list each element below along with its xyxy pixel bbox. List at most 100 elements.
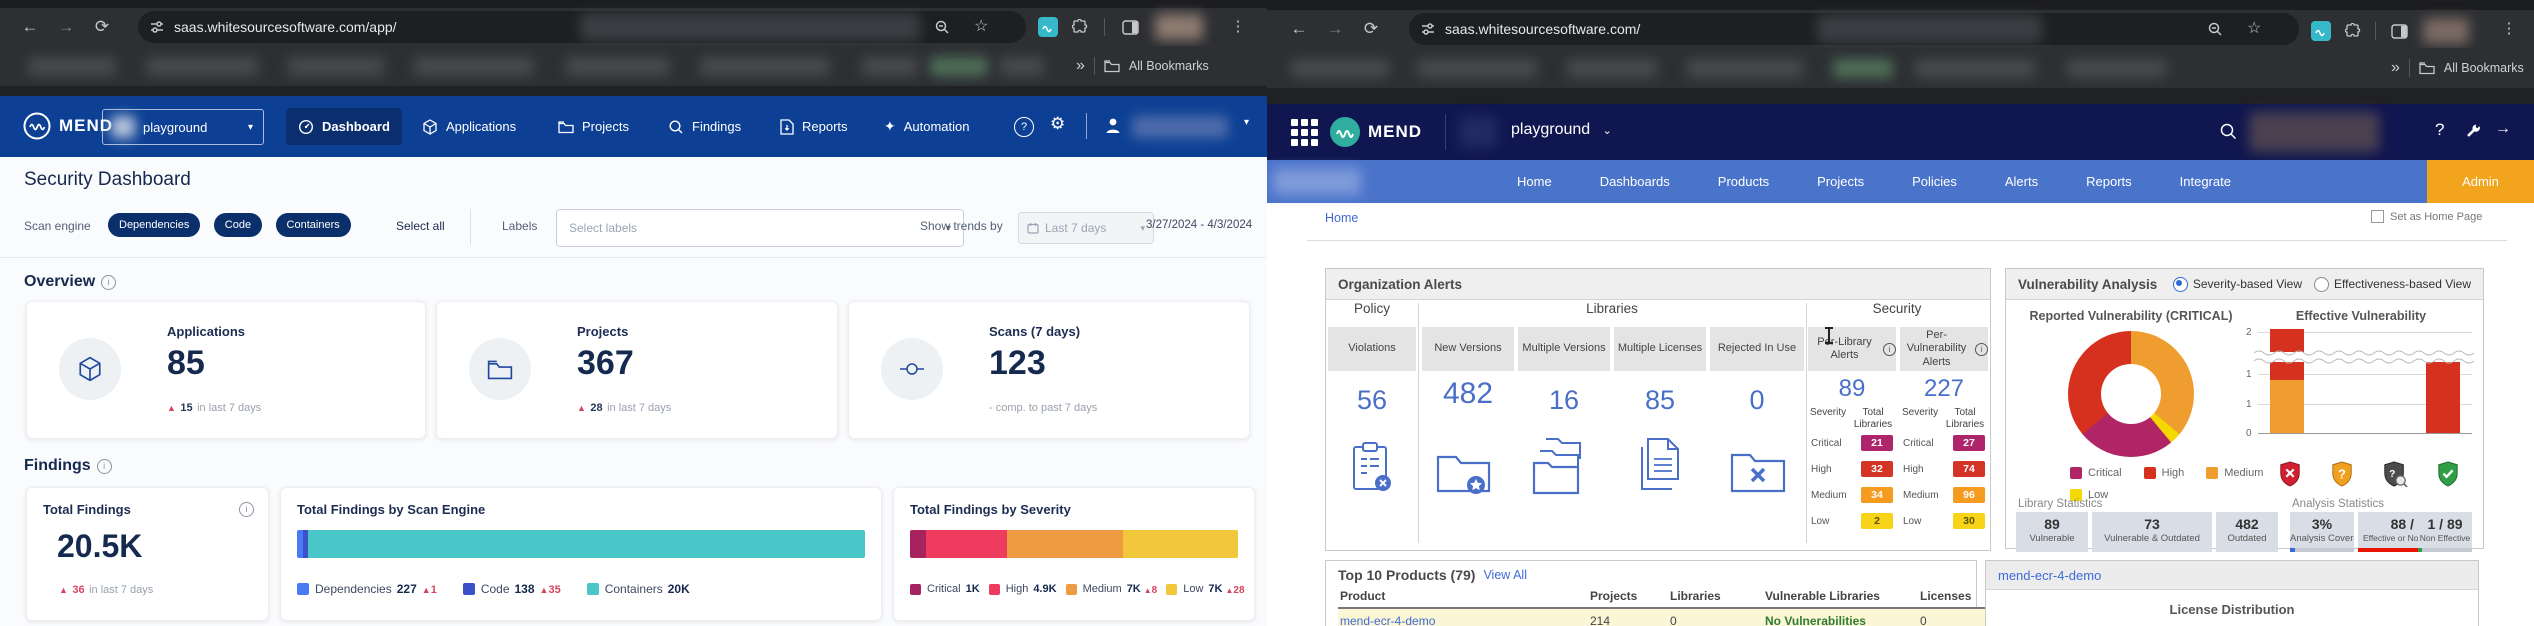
kebab-menu-icon[interactable]: ⋮ [1226, 8, 1250, 46]
mend-logo[interactable]: MEND [1329, 116, 1422, 148]
chevron-down-icon[interactable]: ▾ [1244, 117, 1249, 128]
findings-by-engine-card[interactable]: Total Findings by Scan Engine Dependenci… [280, 487, 882, 621]
back-icon[interactable]: ← [1287, 10, 1311, 48]
info-icon[interactable]: i [97, 459, 112, 474]
trends-select[interactable]: Last 7 days ▾ [1018, 212, 1154, 244]
rejected-in-use-value[interactable]: 0 [1710, 385, 1804, 416]
info-icon[interactable]: i [101, 275, 116, 290]
app-grid-icon[interactable] [1291, 119, 1318, 146]
nav-item-findings[interactable]: Findings [656, 108, 753, 145]
nav-item-admin[interactable]: Admin [2427, 160, 2534, 203]
nav-item-projects[interactable]: Projects [1817, 174, 1864, 189]
multiple-versions-value[interactable]: 16 [1518, 385, 1610, 416]
user-icon[interactable] [1104, 116, 1122, 140]
set-home-checkbox[interactable] [2371, 210, 2384, 223]
info-icon[interactable]: i [239, 502, 254, 517]
col-projects[interactable]: Projects [1588, 585, 1668, 609]
bookmark-star-icon[interactable]: ☆ [974, 11, 988, 43]
violations-value[interactable]: 56 [1328, 385, 1416, 416]
per-library-value[interactable]: 89 [1808, 375, 1896, 403]
org-selector[interactable]: playground ▾ [102, 109, 264, 145]
radio-effectiveness-view[interactable] [2314, 277, 2329, 292]
redacted-bookmark [288, 57, 384, 76]
reload-icon[interactable]: ⟳ [1359, 10, 1383, 48]
nav-item-integrate[interactable]: Integrate [2180, 174, 2231, 189]
bookmarks-overflow-icon[interactable]: » [2391, 59, 2400, 77]
chip-containers[interactable]: Containers [276, 213, 351, 237]
findings-by-severity-card[interactable]: Total Findings by Severity Critical 1K [893, 487, 1255, 621]
multiple-licenses-value[interactable]: 85 [1614, 385, 1706, 416]
per-vulnerability-value[interactable]: 227 [1900, 375, 1988, 403]
help-icon[interactable]: ? [2435, 120, 2444, 140]
side-panel-icon[interactable] [1122, 20, 1139, 40]
nav-item-reports[interactable]: Reports [2086, 174, 2132, 189]
product-link[interactable]: mend-ecr-4-demo [1998, 568, 2101, 583]
nav-item-reports[interactable]: Reports [768, 108, 860, 145]
address-bar[interactable]: saas.whitesourcesoftware.com/ ☆ [1409, 13, 2299, 45]
org-selector[interactable]: playground ⌄ [1511, 121, 1612, 139]
kebab-menu-icon[interactable]: ⋮ [2497, 10, 2521, 48]
labels-label: Labels [502, 219, 537, 233]
nav-item-applications[interactable]: Applications [410, 108, 528, 145]
info-icon[interactable]: i [1883, 343, 1896, 356]
view-all-link[interactable]: View All [1483, 568, 1527, 582]
new-versions-value[interactable]: 482 [1422, 377, 1514, 411]
logout-arrow-icon[interactable]: → [2495, 120, 2511, 138]
col-product[interactable]: Product [1338, 585, 1588, 609]
address-bar[interactable]: saas.whitesourcesoftware.com/app/ ☆ [138, 11, 1026, 43]
nav-item-products[interactable]: Products [1718, 174, 1769, 189]
breadcrumb[interactable]: Home [1325, 211, 1358, 225]
labels-select[interactable]: Select labels ▾ [556, 209, 964, 247]
nav-item-projects[interactable]: Projects [546, 108, 641, 145]
nav-item-dashboards[interactable]: Dashboards [1600, 174, 1670, 189]
side-panel-icon[interactable] [2391, 24, 2408, 44]
org-name: playground [143, 120, 207, 135]
site-info-icon[interactable] [1421, 22, 1435, 36]
chip-dependencies[interactable]: Dependencies [108, 213, 200, 237]
all-bookmarks-label[interactable]: All Bookmarks [2444, 61, 2524, 75]
back-icon[interactable]: ← [18, 8, 42, 46]
projects-card[interactable]: Projects 367 ▲ 28 in last 7 days [436, 301, 838, 439]
search-icon[interactable] [2219, 122, 2237, 145]
engine-stacked-bar [297, 530, 865, 558]
nav-item-home[interactable]: Home [1517, 174, 1552, 189]
zoom-icon[interactable] [934, 19, 950, 40]
card-label: Applications [167, 324, 245, 339]
extensions-puzzle-icon[interactable] [1072, 19, 1088, 40]
col-libraries[interactable]: Libraries [1668, 585, 1763, 609]
nav-item-policies[interactable]: Policies [1912, 174, 1957, 189]
site-info-icon[interactable] [150, 20, 164, 34]
mend-extension-icon[interactable] [2311, 21, 2331, 41]
scans-card[interactable]: Scans (7 days) 123 - comp. to past 7 day… [848, 301, 1250, 439]
total-findings-card[interactable]: Total Findings i 20.5K ▲ 36 in last 7 da… [26, 487, 269, 621]
nav-item-aler ts[interactable]: Alerts [2005, 174, 2038, 189]
nav-item-dashboard[interactable]: Dashboard [286, 108, 402, 145]
gear-icon[interactable]: ⚙ [1050, 114, 1065, 134]
forward-icon[interactable]: → [54, 8, 78, 46]
col-licenses[interactable]: Licenses [1918, 585, 1988, 609]
url-text[interactable]: saas.whitesourcesoftware.com/app/ [174, 19, 397, 35]
bookmarks-overflow-icon[interactable]: » [1076, 57, 1085, 75]
info-icon[interactable]: i [1975, 343, 1988, 356]
reload-icon[interactable]: ⟳ [90, 8, 114, 46]
radio-severity-view[interactable] [2173, 277, 2188, 292]
forward-icon[interactable]: → [1323, 10, 1347, 48]
help-icon[interactable]: ? [1014, 117, 1034, 137]
wrench-icon[interactable] [2465, 123, 2481, 144]
mend-logo[interactable]: MEND [22, 111, 113, 141]
col-vulnerable-libraries[interactable]: Vulnerable Libraries [1763, 585, 1918, 609]
table-row-product[interactable]: mend-ecr-4-demo [1338, 609, 1588, 626]
bookmark-star-icon[interactable]: ☆ [2247, 13, 2261, 45]
nav-item-automation[interactable]: ✦ Automation [872, 108, 982, 145]
url-text[interactable]: saas.whitesourcesoftware.com/ [1445, 21, 1640, 37]
select-all-link[interactable]: Select all [396, 219, 445, 233]
chip-code[interactable]: Code [214, 213, 262, 237]
profile-avatar[interactable] [2423, 18, 2469, 44]
zoom-icon[interactable] [2207, 21, 2223, 42]
all-bookmarks-label[interactable]: All Bookmarks [1129, 59, 1209, 73]
mend-extension-icon[interactable] [1038, 17, 1058, 37]
severity-row: Critical21 [1808, 430, 1896, 456]
applications-card[interactable]: Applications 85 ▲ 15 in last 7 days [26, 301, 426, 439]
extensions-puzzle-icon[interactable] [2345, 23, 2361, 44]
profile-avatar[interactable] [1155, 14, 1203, 40]
